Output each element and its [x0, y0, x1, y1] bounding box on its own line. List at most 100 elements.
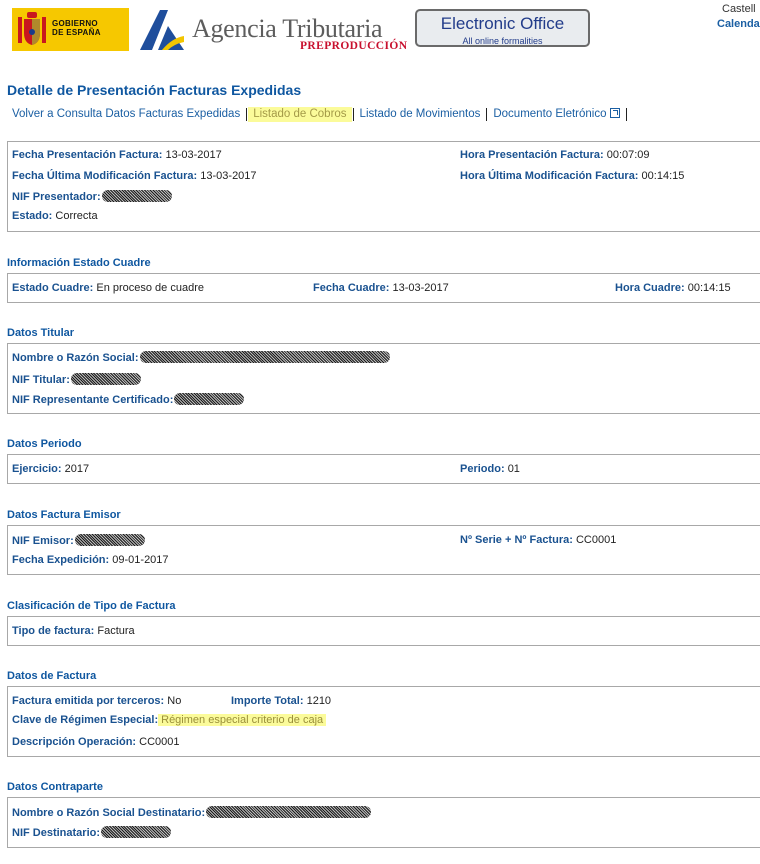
- factura-terceros-value: No: [167, 695, 182, 707]
- tipo-factura-value: Factura: [97, 625, 135, 637]
- serie-factura-label: Nº Serie + Nº Factura:: [460, 534, 573, 546]
- nav-volver-consulta[interactable]: Volver a Consulta Datos Facturas Expedid…: [7, 107, 245, 122]
- fecha-modificacion-field: Fecha Última Modificación Factura: 13-03…: [12, 170, 257, 182]
- fecha-expedicion-label: Fecha Expedición:: [12, 554, 110, 566]
- redacted-value: [206, 806, 372, 818]
- hora-modificacion-field: Hora Última Modificación Factura: 00:14:…: [460, 170, 684, 182]
- nav-listado-cobros[interactable]: Listado de Cobros: [248, 106, 352, 122]
- nif-emisor-field: NIF Emisor:: [12, 534, 145, 547]
- nif-representante-label: NIF Representante Certificado:: [12, 394, 174, 406]
- header: GOBIERNO DE ESPAÑA Agencia Tributaria PR…: [0, 0, 760, 60]
- descripcion-operacion-value: CC0001: [139, 736, 180, 748]
- nif-titular-field: NIF Titular:: [12, 373, 141, 386]
- clave-regimen-field: Clave de Régimen Especial: Régimen especi…: [12, 714, 327, 726]
- nombre-titular-label: Nombre o Razón Social:: [12, 352, 139, 364]
- estado-field: Estado: Correcta: [12, 210, 98, 222]
- redacted-value: [101, 190, 172, 202]
- importe-total-value: 1210: [306, 695, 332, 707]
- language-link[interactable]: Castell: [722, 3, 756, 15]
- gobierno-line-1: GOBIERNO: [52, 19, 98, 28]
- calendar-link[interactable]: Calenda: [717, 18, 760, 30]
- redacted-value: [174, 393, 245, 405]
- descripcion-operacion-field: Descripción Operación: CC0001: [12, 736, 180, 748]
- nif-presentador-field: NIF Presentador:: [12, 190, 172, 203]
- fecha-expedicion-value: 09-01-2017: [112, 554, 169, 566]
- serie-factura-field: Nº Serie + Nº Factura: CC0001: [460, 534, 616, 546]
- nombre-titular-field: Nombre o Razón Social:: [12, 351, 390, 364]
- clave-regimen-value[interactable]: Régimen especial criterio de caja: [158, 714, 327, 726]
- clave-regimen-label: Clave de Régimen Especial:: [12, 714, 159, 726]
- nav-listado-movimientos[interactable]: Listado de Movimientos: [355, 107, 486, 122]
- fecha-cuadre-field: Fecha Cuadre: 13-03-2017: [313, 282, 449, 294]
- factura-terceros-field: Factura emitida por terceros: No: [12, 695, 181, 707]
- clasificacion-box: Tipo de factura: Factura: [7, 616, 760, 646]
- electronic-office-button[interactable]: Electronic Office All online formalities: [415, 9, 590, 47]
- gobierno-logo-text: GOBIERNO DE ESPAÑA: [52, 19, 101, 37]
- fecha-presentacion-label: Fecha Presentación Factura:: [12, 149, 163, 161]
- redacted-value: [70, 373, 141, 385]
- nav-separator: [486, 107, 488, 121]
- gobierno-logo[interactable]: GOBIERNO DE ESPAÑA: [12, 8, 129, 51]
- nav-bar: Volver a Consulta Datos Facturas Expedid…: [7, 106, 628, 122]
- nav-separator: [246, 107, 248, 121]
- external-link-icon: [609, 107, 620, 118]
- estado-cuadre-box: Estado Cuadre: En proceso de cuadre Fech…: [7, 273, 760, 303]
- emisor-box: NIF Emisor: Nº Serie + Nº Factura: CC000…: [7, 525, 760, 575]
- contraparte-box: Nombre o Razón Social Destinatario: NIF …: [7, 797, 760, 848]
- presentation-box: Fecha Presentación Factura: 13-03-2017 H…: [7, 141, 760, 232]
- hora-modificacion-label: Hora Última Modificación Factura:: [460, 170, 639, 182]
- redacted-value: [101, 826, 172, 838]
- section-title-estado-cuadre: Información Estado Cuadre: [7, 257, 151, 269]
- hora-presentacion-label: Hora Presentación Factura:: [460, 149, 604, 161]
- redacted-value: [74, 534, 145, 546]
- fecha-modificacion-value: 13-03-2017: [200, 170, 257, 182]
- section-title-periodo: Datos Periodo: [7, 438, 82, 450]
- fecha-presentacion-value: 13-03-2017: [165, 149, 222, 161]
- ejercicio-field: Ejercicio: 2017: [12, 463, 89, 475]
- hora-presentacion-field: Hora Presentación Factura: 00:07:09: [460, 149, 650, 161]
- ejercicio-label: Ejercicio:: [12, 463, 62, 475]
- nif-representante-field: NIF Representante Certificado:: [12, 393, 245, 406]
- hora-cuadre-field: Hora Cuadre: 00:14:15: [615, 282, 731, 294]
- eoffice-subtitle: All online formalities: [462, 36, 543, 46]
- factura-terceros-label: Factura emitida por terceros:: [12, 695, 165, 707]
- estado-cuadre-value: En proceso de cuadre: [96, 282, 204, 294]
- hora-modificacion-value: 00:14:15: [641, 170, 685, 182]
- fecha-cuadre-value: 13-03-2017: [392, 282, 449, 294]
- nav-documento-electronico[interactable]: Documento Eletrónico: [488, 107, 624, 122]
- fecha-expedicion-field: Fecha Expedición: 09-01-2017: [12, 554, 169, 566]
- section-title-titular: Datos Titular: [7, 327, 75, 339]
- estado-label: Estado:: [12, 210, 53, 222]
- estado-cuadre-field: Estado Cuadre: En proceso de cuadre: [12, 282, 204, 294]
- nif-titular-label: NIF Titular:: [12, 374, 70, 386]
- agencia-tributaria-logo[interactable]: Agencia Tributaria PREPRODUCCIÓN: [136, 8, 411, 54]
- nav-separator: [625, 107, 627, 121]
- periodo-label: Periodo:: [460, 463, 505, 475]
- eoffice-title: Electronic Office: [440, 14, 565, 33]
- periodo-field: Periodo: 01: [460, 463, 520, 475]
- periodo-box: Ejercicio: 2017 Periodo: 01: [7, 454, 760, 484]
- periodo-value: 01: [507, 463, 520, 475]
- aeat-mark-icon: [140, 10, 184, 50]
- serie-factura-value: CC0001: [575, 534, 617, 546]
- estado-cuadre-label: Estado Cuadre:: [12, 282, 94, 294]
- section-title-contraparte: Datos Contraparte: [7, 781, 103, 793]
- ejercicio-value: 2017: [64, 463, 90, 475]
- environment-label: PREPRODUCCIÓN: [300, 40, 408, 52]
- importe-total-field: Importe Total: 1210: [231, 695, 331, 707]
- hora-presentacion-value: 00:07:09: [606, 149, 650, 161]
- section-title-emisor: Datos Factura Emisor: [7, 509, 121, 521]
- nif-destinatario-field: NIF Destinatario:: [12, 826, 172, 839]
- nif-emisor-label: NIF Emisor:: [12, 535, 74, 547]
- nombre-destinatario-field: Nombre o Razón Social Destinatario:: [12, 806, 372, 819]
- estado-value: Correcta: [55, 210, 98, 222]
- nombre-destinatario-label: Nombre o Razón Social Destinatario:: [12, 807, 206, 819]
- hora-cuadre-value: 00:14:15: [687, 282, 731, 294]
- section-title-factura: Datos de Factura: [7, 670, 97, 682]
- page-title: Detalle de Presentación Facturas Expedid…: [7, 82, 302, 98]
- importe-total-label: Importe Total:: [231, 695, 304, 707]
- titular-box: Nombre o Razón Social: NIF Titular: NIF …: [7, 343, 760, 414]
- descripcion-operacion-label: Descripción Operación:: [12, 736, 137, 748]
- fecha-cuadre-label: Fecha Cuadre:: [313, 282, 390, 294]
- tipo-factura-field: Tipo de factura: Factura: [12, 625, 135, 637]
